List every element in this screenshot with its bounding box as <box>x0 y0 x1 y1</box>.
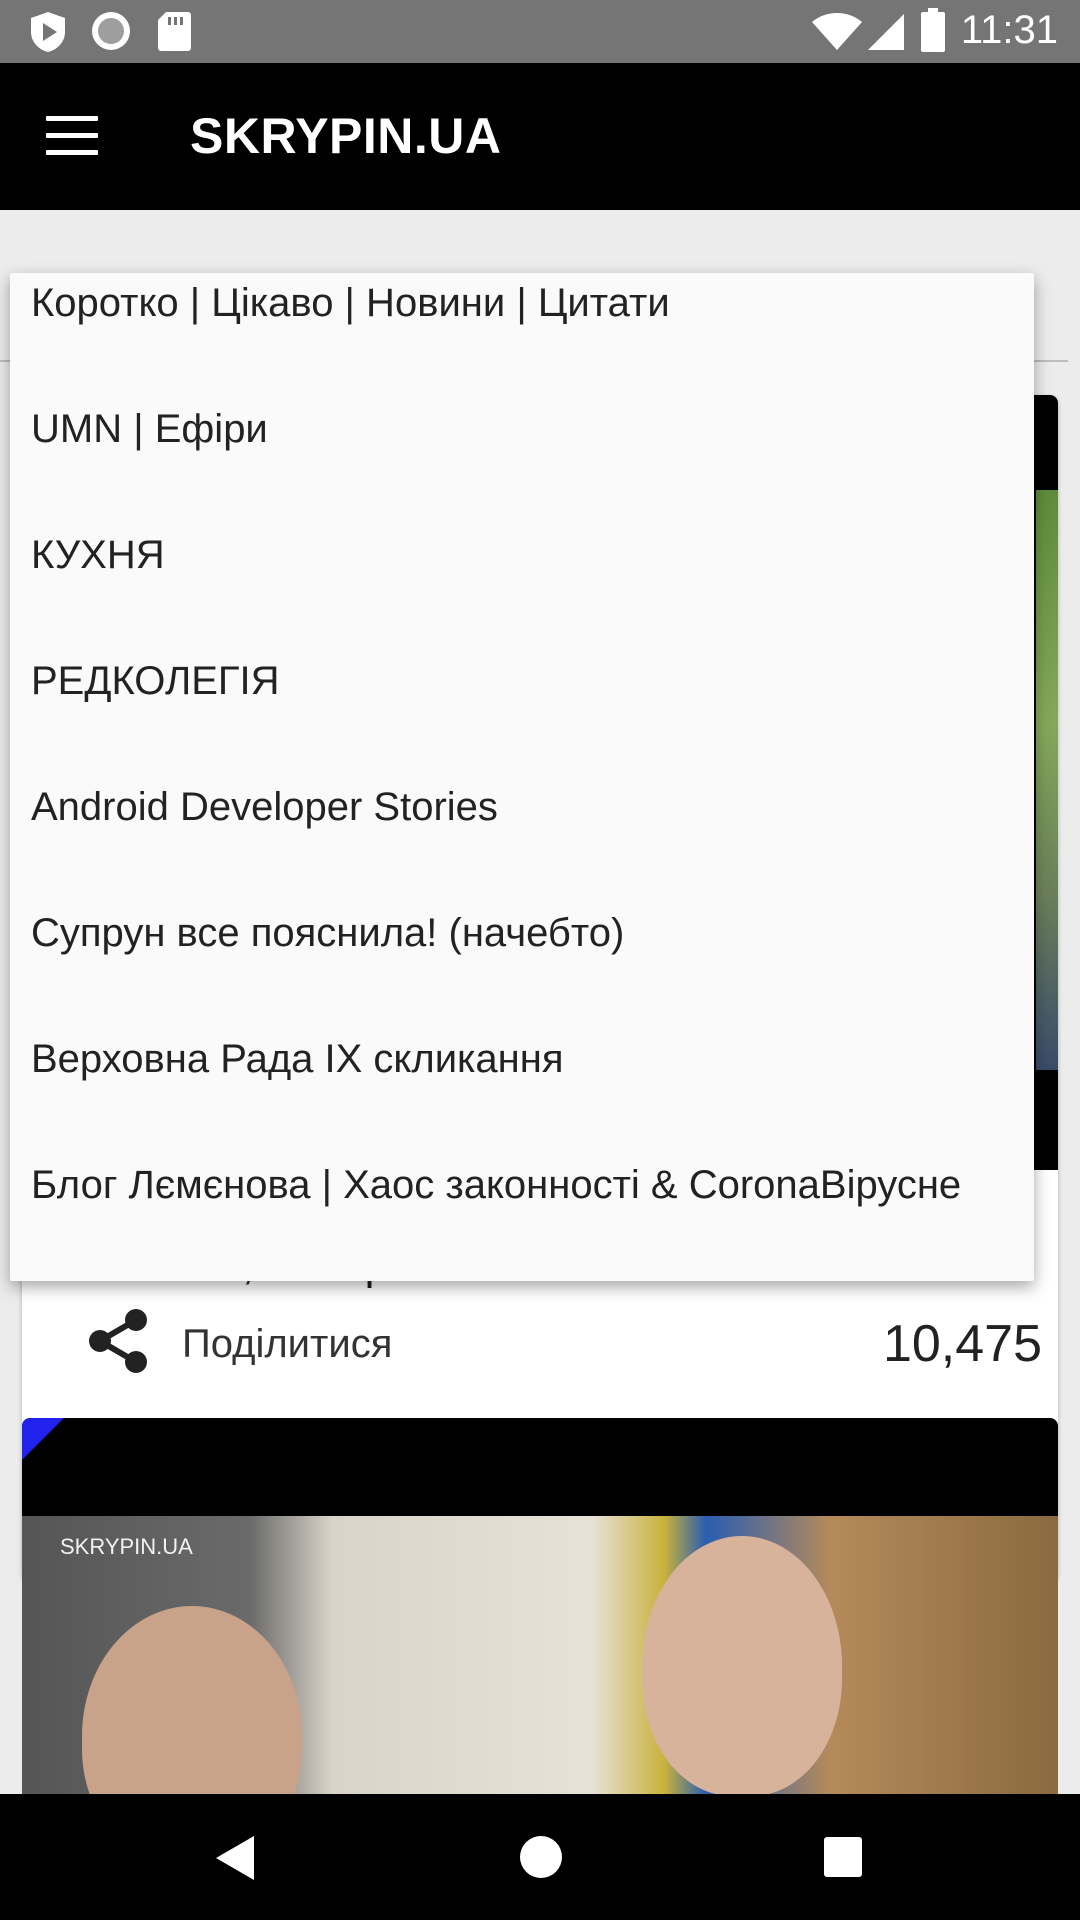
person-photo <box>82 1606 302 1794</box>
dropdown-item-label: Верховна Рада IX скликання <box>31 1037 564 1081</box>
corner-badge <box>22 1418 64 1460</box>
dropdown-item-label: Блог Лємєнова | Хаос законності & Corona… <box>31 1163 962 1207</box>
sd-card-icon <box>158 12 191 51</box>
wifi-icon <box>812 13 862 50</box>
signal-icon <box>868 14 904 50</box>
news-card-header <box>22 1418 1058 1516</box>
dropdown-item-label: Коротко | Цікаво | Новини | Цитати <box>31 281 670 325</box>
dropdown-item[interactable]: Android Developer Stories <box>10 733 1034 859</box>
share-button[interactable]: Поділитися <box>182 1322 392 1367</box>
home-icon[interactable] <box>518 1834 564 1880</box>
hamburger-menu-icon[interactable] <box>46 116 98 156</box>
news-card-image[interactable]: SKRYPIN.UA <box>22 1516 1058 1794</box>
battery-icon <box>921 8 945 52</box>
category-dropdown-menu: Коротко | Цікаво | Новини | Цитати UMN |… <box>10 273 1034 1281</box>
system-nav-bar <box>0 1794 1080 1920</box>
share-icon[interactable] <box>86 1308 152 1374</box>
record-icon <box>92 12 130 50</box>
dropdown-item-label: РЕДКОЛЕГІЯ <box>31 659 280 703</box>
dropdown-item-label: КУХНЯ <box>31 533 165 577</box>
dropdown-item[interactable]: Верховна Рада IX скликання <box>10 985 1034 1111</box>
status-bar: 11:31 <box>0 0 1080 63</box>
dropdown-item-label: Супрун все пояснила! (начебто) <box>31 911 625 955</box>
person-photo <box>642 1536 842 1794</box>
recents-icon[interactable] <box>823 1836 863 1878</box>
dropdown-item[interactable]: РЕДКОЛЕГІЯ <box>10 607 1034 733</box>
app-bar: SKRYPIN.UA <box>0 63 1080 210</box>
dropdown-item[interactable]: UMN | Ефіри <box>10 355 1034 481</box>
image-watermark: SKRYPIN.UA <box>60 1534 193 1559</box>
dropdown-item[interactable]: КУХНЯ <box>10 481 1034 607</box>
back-icon[interactable] <box>212 1834 256 1882</box>
play-protect-icon <box>31 12 65 52</box>
news-card-footer: Поділитися 10,475 <box>62 1300 1042 1380</box>
app-title: SKRYPIN.UA <box>190 108 502 164</box>
dropdown-item-label: Android Developer Stories <box>31 785 498 829</box>
news-card[interactable]: SKRYPIN.UA <box>22 1418 1058 1794</box>
dropdown-item[interactable]: Блог Лємєнова | Хаос законності & Corona… <box>10 1111 1034 1237</box>
view-count: 10,475 <box>882 1315 1042 1373</box>
status-time: 11:31 <box>960 8 1058 52</box>
dropdown-item[interactable]: Супрун все пояснила! (начебто) <box>10 859 1034 985</box>
dropdown-item-label: UMN | Ефіри <box>31 407 268 451</box>
